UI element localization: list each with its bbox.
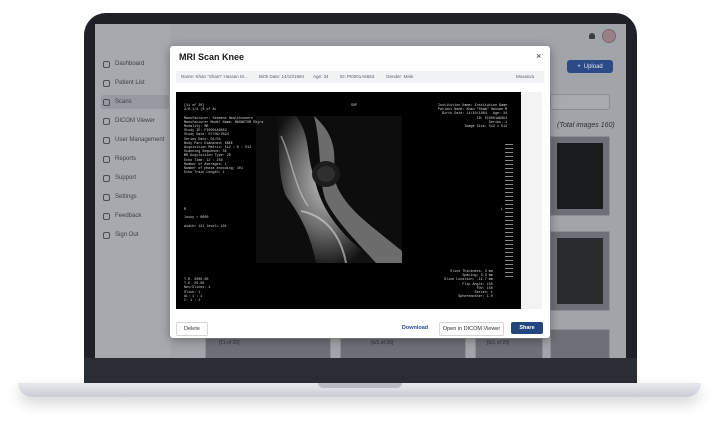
sidebar-item-label: DICOM Viewer [115, 118, 155, 124]
patient-gender: Gender: Male [386, 74, 414, 79]
sidebar-item-label: Support [115, 175, 137, 181]
share-button[interactable]: Share [511, 322, 543, 334]
scan-thumbnail-image [557, 238, 603, 304]
sidebar-item-reports[interactable]: Reports [103, 152, 169, 166]
sidebar-item-label: Dashboard [115, 61, 145, 67]
sidebar-item-scans[interactable]: Scans [101, 95, 169, 109]
status-badge: Mosaic/a [516, 74, 535, 79]
thumbnail-caption: [6/1 of 20] [487, 340, 510, 346]
mri-knee-graphic [256, 116, 402, 263]
sidebar-item-patient-list[interactable]: Patient List [103, 76, 169, 90]
mri-knee-image [256, 116, 402, 263]
delete-button[interactable]: Delete [176, 322, 208, 336]
download-button[interactable]: Download [398, 322, 432, 334]
scan-thumbnail[interactable] [550, 231, 610, 311]
sidebar-item-label: User Management [115, 137, 165, 143]
sidebar-item-feedback[interactable]: Feedback [103, 209, 169, 223]
overlay-bottom-left: T.R. 3000.00 T.E. 26.00 Nex/Slices: 1 Sl… [184, 278, 211, 304]
sidebar-item-sign-out[interactable]: Sign Out [103, 228, 169, 242]
sidebar-item-label: Scans [115, 99, 132, 105]
users-icon [103, 136, 110, 144]
patient-info-bar: Name: Khan "Sham" Hassan M... Birth Date… [176, 71, 544, 83]
plus-icon: + [577, 63, 581, 70]
total-images-label: (Total images 160) [557, 122, 615, 129]
sidebar-item-user-management[interactable]: User Management [103, 133, 169, 147]
scans-icon [103, 98, 110, 106]
patient-id: ID: PI0001A6653 [340, 74, 375, 79]
upload-button[interactable]: + Upload [567, 60, 613, 73]
patient-list-icon [103, 79, 110, 87]
dicom-viewer-icon [103, 117, 110, 125]
laptop-notch [318, 383, 402, 388]
thumbnail-caption: [11 of 20] [219, 340, 240, 346]
support-icon [103, 174, 110, 182]
settings-icon [103, 193, 110, 201]
overlay-top-center: SUP [351, 104, 358, 108]
open-dicom-viewer-button[interactable]: Open in DICOM Viewer [439, 322, 504, 336]
thumbnail-caption: [6/1 of 20] [371, 340, 394, 346]
close-icon[interactable]: × [536, 51, 541, 61]
scan-thumbnail[interactable] [550, 329, 610, 358]
modal-footer: Delete Download Open in DICOM Viewer Sha… [170, 319, 550, 338]
modal-title: MRI Scan Knee [179, 52, 245, 62]
patient-birth-date: Birth Date: 14/10/1984 [259, 74, 305, 79]
sidebar-item-dicom-viewer[interactable]: DICOM Viewer [103, 114, 169, 128]
dicom-viewer[interactable]: [11 of 20] 4/0-1/4 (% of AL Manufacturer… [176, 92, 542, 309]
screen: Dashboard Patient List Scans DICOM Viewe… [95, 24, 626, 358]
sidebar-item-label: Sign Out [115, 232, 139, 238]
scan-thumbnail[interactable] [340, 338, 466, 358]
overlay-top-left: [11 of 20] 4/0-1/4 (% of AL Manufacturer… [184, 104, 264, 176]
patient-age: Age: 34 [313, 74, 329, 79]
search-input[interactable] [550, 94, 610, 110]
viewer-toolbar: ⇔ ⇕ ↺ ↻ [521, 92, 542, 309]
sidebar-item-settings[interactable]: Settings [103, 190, 169, 204]
scan-thumbnail-image [557, 143, 603, 209]
sidebar-item-label: Settings [115, 194, 137, 200]
sidebar-item-label: Reports [115, 156, 137, 162]
laptop-chin [84, 358, 637, 386]
sidebar: Dashboard Patient List Scans DICOM Viewe… [95, 24, 170, 358]
avatar[interactable] [602, 29, 616, 43]
overlay-mid-right: L [501, 208, 504, 212]
sign-out-icon [103, 231, 110, 239]
bell-icon[interactable] [589, 33, 595, 39]
overlay-bottom-right: Slice Thickness: 3 mm Spacing: 3.3 mm Sl… [444, 270, 493, 300]
overlay-mid-left: R lossy = 0000 width= 121 level= 101 [184, 208, 227, 229]
reports-icon [103, 155, 110, 163]
patient-name: Name: Khan "Sham" Hassan M... [181, 74, 248, 79]
sidebar-item-label: Patient List [115, 80, 145, 86]
feedback-icon [103, 212, 110, 220]
sidebar-item-label: Feedback [115, 213, 142, 219]
sidebar-item-support[interactable]: Support [103, 171, 169, 185]
scale-ruler [505, 144, 513, 279]
scan-modal: MRI Scan Knee × Name: Khan "Sham" Hassan… [170, 46, 550, 338]
scan-thumbnail[interactable] [550, 136, 610, 216]
dashboard-icon [103, 60, 110, 68]
sidebar-item-dashboard[interactable]: Dashboard [103, 57, 169, 71]
overlay-top-right: Institution Name: Institution Name Patie… [438, 104, 508, 130]
